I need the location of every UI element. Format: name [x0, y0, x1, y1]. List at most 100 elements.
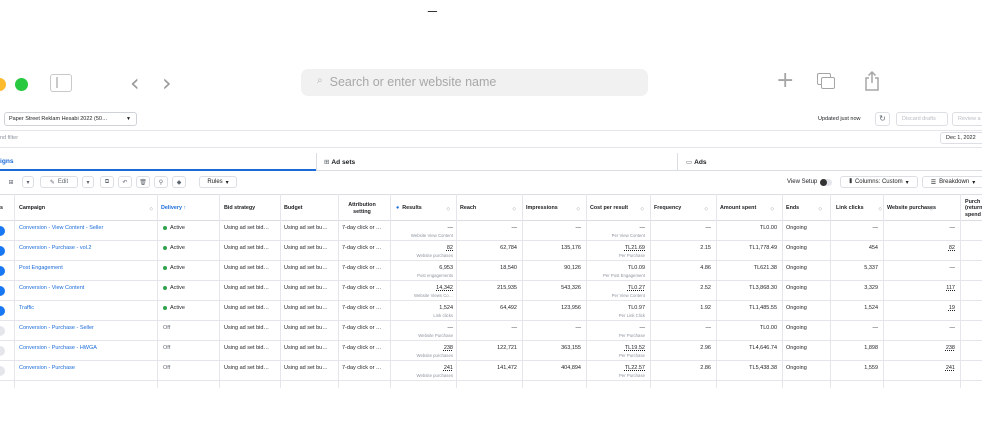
campaign-toggle[interactable] [0, 326, 5, 336]
header-delivery-label: Delivery ↑ [161, 205, 187, 212]
campaign-toggle[interactable] [0, 246, 5, 256]
header-reach[interactable]: Reach ◇ [460, 195, 520, 222]
cpr-subtext: Per Link Click [618, 313, 645, 318]
delivery-status: Off [163, 365, 170, 371]
table-header: s Campaign ◇ Delivery ↑ Bid strategy Budg… [0, 194, 982, 221]
tab-ads[interactable]: ▭ Ads [686, 153, 707, 171]
delete-icon[interactable]: 🗑 [136, 176, 150, 188]
header-website-purchases[interactable]: Website purchases ◇ [887, 195, 937, 222]
tag-icon[interactable]: ◆ [172, 176, 186, 188]
chevron-down-icon[interactable]: ▾ [82, 176, 94, 188]
campaign-toggle[interactable] [0, 366, 5, 376]
share-icon[interactable] [864, 70, 880, 92]
cell-amount: TL4,646.74 [713, 341, 777, 360]
budget-value: Using ad set bu… [284, 345, 328, 351]
header-delivery[interactable]: Delivery ↑ [161, 195, 217, 222]
cell-campaign[interactable]: Conversion - Purchase - vol.2 [19, 241, 155, 260]
amount-value: TL5,438.38 [749, 365, 777, 371]
header-results[interactable]: ● Results ◇ [396, 195, 454, 222]
ad-account-selector[interactable]: Paper Street Reklam Hesabi 2022 (50… ▼ [4, 112, 137, 126]
cell-campaign[interactable]: Conversion - Purchase - Seller [19, 321, 155, 340]
header-bid-strategy[interactable]: Bid strategy [224, 195, 280, 222]
amount-value: TL4,646.74 [749, 345, 777, 351]
cell-attribution: 7-day click or … [342, 281, 388, 300]
cell-campaign[interactable]: Conversion - Purchase [19, 361, 155, 380]
cell-budget: Using ad set bu… [284, 241, 336, 260]
delivery-label: Active [170, 285, 185, 291]
header-cost-per-result[interactable]: Cost per result ◇ [590, 195, 648, 222]
forward-arrow-icon[interactable]: › [162, 69, 172, 97]
delivery-label: Active [170, 305, 185, 311]
header-budget[interactable]: Budget [284, 195, 336, 222]
cell-attribution: 7-day click or … [342, 361, 388, 380]
header-amount-spent[interactable]: Amount spent ◇ [720, 195, 778, 222]
refresh-icon[interactable]: ↻ [875, 112, 890, 126]
campaign-toggle[interactable] [0, 226, 5, 236]
tab-campaigns[interactable]: igns [0, 153, 316, 171]
back-arrow-icon[interactable]: ‹ [130, 69, 140, 97]
cell-campaign[interactable]: Conversion - View Content - Seller [19, 221, 155, 240]
link-clicks-value: 5,337 [864, 265, 878, 271]
review-button[interactable]: Review a [952, 112, 982, 126]
duplicate-icon[interactable]: ⧉ [100, 176, 114, 188]
ends-value: Ongoing [786, 285, 807, 291]
window-close-button[interactable] [0, 78, 6, 91]
edit-button[interactable]: ✎ Edit [40, 176, 78, 188]
cell-website-purchases: 19 [891, 301, 955, 320]
cell-campaign[interactable]: Post Engagement [19, 261, 155, 280]
cell-campaign[interactable]: Conversion - View Content [19, 281, 155, 300]
columns-button[interactable]: ⦀ Columns: Custom ▾ [840, 176, 918, 188]
filter-input[interactable]: nd filter [0, 135, 18, 141]
header-attribution[interactable]: Attribution setting [342, 195, 382, 222]
rules-button[interactable]: Rules ▾ [199, 176, 237, 188]
breakdown-label: Breakdown [939, 179, 970, 185]
header-ends[interactable]: Ends ◇ [786, 195, 826, 222]
tabs-overview-icon[interactable] [817, 73, 835, 89]
campaign-toggle[interactable] [0, 306, 5, 316]
budget-value: Using ad set bu… [284, 225, 328, 231]
cell-cpr: TL21.69 Per Purchase [581, 241, 645, 260]
cell-website-purchases: 241 [891, 361, 955, 380]
campaign-toggle[interactable] [0, 346, 5, 356]
header-link-clicks[interactable]: Link clicks ◇ [836, 195, 886, 222]
ab-test-icon[interactable]: ⚲ [154, 176, 168, 188]
header-purchase-roas[interactable]: Purch (return spend [965, 195, 982, 222]
delivery-label: Active [170, 225, 185, 231]
campaign-toggle[interactable] [0, 266, 5, 276]
delivery-status: Active [163, 285, 185, 291]
campaign-toggle[interactable] [0, 286, 5, 296]
new-tab-icon[interactable]: + [776, 68, 794, 93]
breakdown-button[interactable]: ☰ Breakdown ▾ [922, 176, 982, 188]
cell-frequency: 2.96 [647, 341, 711, 360]
header-campaign[interactable]: Campaign ◇ [19, 195, 157, 222]
undo-icon[interactable]: ↶ [118, 176, 132, 188]
campaign-value: Conversion - View Content - Seller [19, 225, 104, 231]
date-range-selector[interactable]: Dec 1, 2022 [940, 132, 982, 144]
cpr-value: — [639, 325, 646, 331]
tab-ad-sets[interactable]: ⊞ Ad sets [324, 153, 355, 171]
window-maximize-button[interactable] [15, 78, 28, 91]
tab-ad-sets-label: Ad sets [331, 159, 356, 166]
amount-value: TL3,868.30 [749, 285, 777, 291]
cpr-subtext: Per Purchase [618, 253, 645, 258]
header-impressions[interactable]: Impressions ◇ [526, 195, 584, 222]
create-icon[interactable]: ⊞ [4, 176, 18, 188]
cell-frequency: 2.86 [647, 361, 711, 380]
link-clicks-value: — [872, 325, 879, 331]
discard-drafts-button[interactable]: Discard drafts [896, 112, 948, 126]
impressions-value: 135,176 [561, 245, 581, 251]
address-bar[interactable]: ⌕ Search or enter website name [301, 69, 648, 96]
chevron-down-icon[interactable]: ▾ [22, 176, 34, 188]
cell-campaign[interactable]: Traffic [19, 301, 155, 320]
cell-link-clicks: — [814, 321, 879, 340]
sidebar-toggle-icon[interactable] [50, 74, 72, 92]
reach-value: 215,935 [497, 285, 517, 291]
header-frequency[interactable]: Frequency ◇ [654, 195, 712, 222]
frequency-value: 2.15 [700, 245, 711, 251]
delivery-label: Active [170, 245, 185, 251]
link-clicks-value: 454 [868, 245, 878, 251]
cell-website-purchases: 238 [891, 341, 955, 360]
cell-campaign[interactable]: Conversion - Purchase - HWGA [19, 341, 155, 360]
view-setup-toggle[interactable]: View Setup [787, 176, 833, 188]
budget-value: Using ad set bu… [284, 285, 328, 291]
